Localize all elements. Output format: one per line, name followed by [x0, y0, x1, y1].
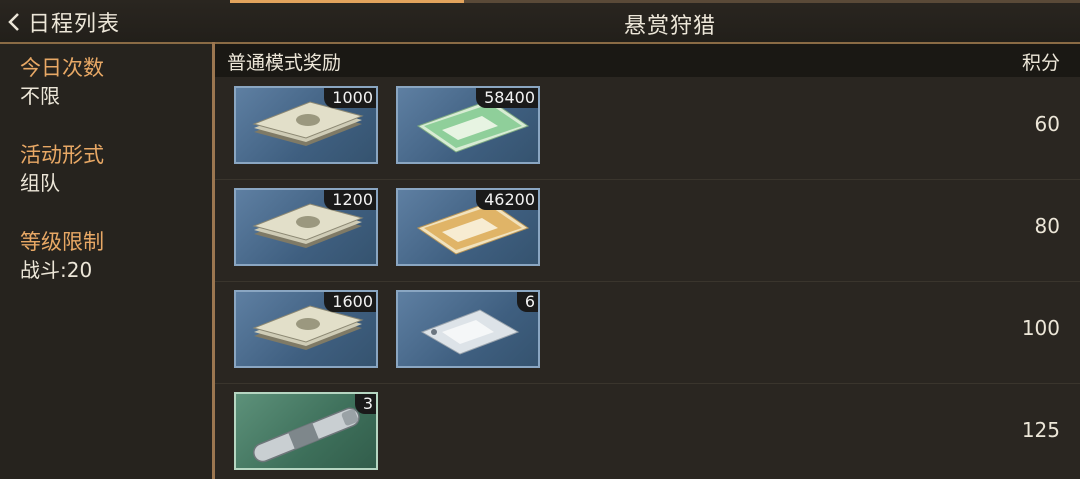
syringe-capsule-icon[interactable]: 3 [234, 392, 378, 470]
daily-count-label: 今日次数 [20, 56, 104, 80]
level-limit-value: 战斗:20 [20, 258, 93, 282]
sealed-bag-icon[interactable]: 6 [396, 290, 540, 368]
activity-form-label: 活动形式 [20, 143, 104, 167]
back-label: 日程列表 [28, 12, 121, 37]
cash-stack-icon[interactable]: 1200 [234, 188, 378, 266]
item-count: 58400 [476, 88, 538, 108]
tab-highlight [230, 0, 464, 3]
item-count: 46200 [476, 190, 538, 210]
reward-panel: 普通模式奖励 积分 1000 58400 60 1200 46200 80 16… [215, 44, 1080, 479]
level-limit-label: 等级限制 [20, 230, 104, 254]
score-column-header: 积分 [1021, 52, 1060, 74]
item-count: 1600 [324, 292, 376, 312]
item-count: 1000 [324, 88, 376, 108]
reward-row: 3 125 [215, 384, 1080, 479]
activity-form-section: 活动形式 组队 [20, 141, 104, 197]
item-count: 6 [516, 292, 538, 312]
back-button[interactable]: 日程列表 [4, 8, 121, 37]
score-value: 80 [1034, 214, 1060, 238]
reward-column-header: 普通模式奖励 [227, 52, 342, 74]
cash-stack-icon[interactable]: 1600 [234, 290, 378, 368]
bounty-hunt-screen: 日程列表 悬赏狩猎 今日次数 不限 活动形式 组队 等级限制 战斗:20 普通模… [0, 0, 1080, 479]
item-count: 3 [354, 394, 376, 414]
item-count: 1200 [324, 190, 376, 210]
reward-row: 1600 6 100 [215, 282, 1080, 384]
score-value: 60 [1034, 112, 1060, 136]
gold-envelope-icon[interactable]: 46200 [396, 188, 540, 266]
cash-stack-icon[interactable]: 1000 [234, 86, 378, 164]
event-info-panel: 今日次数 不限 活动形式 组队 等级限制 战斗:20 [0, 44, 212, 479]
daily-count-section: 今日次数 不限 [20, 54, 104, 110]
reward-row: 1200 46200 80 [215, 180, 1080, 282]
score-value: 125 [1021, 418, 1060, 442]
page-title: 悬赏狩猎 [623, 14, 716, 39]
reward-row: 1000 58400 60 [215, 78, 1080, 180]
tab-strip [464, 0, 1080, 3]
reward-table-header: 普通模式奖励 积分 [215, 44, 1080, 77]
activity-form-value: 组队 [20, 171, 60, 195]
level-limit-section: 等级限制 战斗:20 [20, 228, 104, 284]
green-envelope-icon[interactable]: 58400 [396, 86, 540, 164]
chevron-left-icon [4, 10, 24, 34]
top-bar: 日程列表 悬赏狩猎 [0, 0, 1080, 44]
daily-count-value: 不限 [20, 84, 60, 108]
score-value: 100 [1021, 316, 1060, 340]
